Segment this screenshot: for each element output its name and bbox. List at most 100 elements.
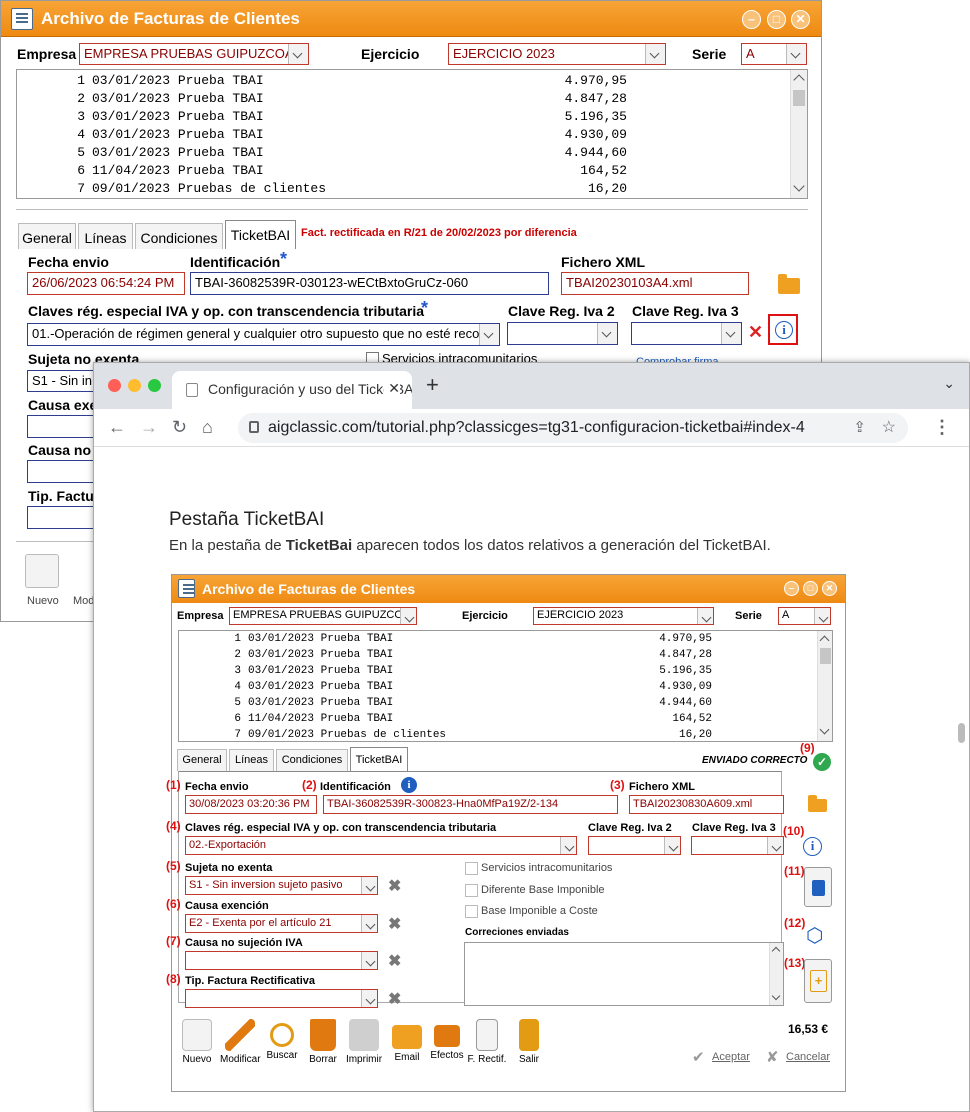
tip-select[interactable] bbox=[185, 989, 378, 1008]
table-row[interactable]: 1 03/01/2023 Prueba TBAI 4.970,95 bbox=[179, 633, 832, 649]
table-row[interactable]: 6 11/04/2023 Prueba TBAI 164,52 bbox=[179, 713, 832, 729]
table-row[interactable]: 2 03/01/2023 Prueba TBAI 4.847,28 bbox=[17, 91, 807, 109]
back-icon[interactable]: ← bbox=[108, 417, 126, 438]
tab-condiciones[interactable]: Condiciones bbox=[135, 223, 223, 249]
clear-x-icon[interactable]: ✖ bbox=[388, 914, 401, 934]
clear-x-icon[interactable]: ✖ bbox=[388, 989, 401, 1009]
clear-x-icon[interactable]: ✖ bbox=[388, 876, 401, 896]
fichero-field[interactable]: TBAI20230830A609.xml bbox=[629, 795, 784, 814]
table-row[interactable]: 3 03/01/2023 Prueba TBAI 5.196,35 bbox=[17, 109, 807, 127]
close-icon[interactable]: ✕ bbox=[791, 10, 810, 29]
forward-icon[interactable]: → bbox=[140, 417, 158, 438]
tab-general[interactable]: General bbox=[177, 749, 227, 771]
table-row[interactable]: 7 09/01/2023 Pruebas de clientes 16,20 bbox=[179, 729, 832, 741]
base-coste-checkbox[interactable] bbox=[465, 905, 478, 918]
page-scrollbar[interactable] bbox=[958, 723, 965, 743]
list-scrollbar[interactable] bbox=[817, 631, 832, 741]
buscar-button[interactable]: Buscar bbox=[264, 1019, 300, 1061]
folder-icon[interactable] bbox=[808, 795, 827, 812]
fecha-envio-field[interactable]: 26/06/2023 06:54:24 PM bbox=[27, 272, 185, 295]
tab-list-icon[interactable]: ⌄ bbox=[943, 375, 955, 392]
cube-download-icon[interactable]: ⬡ bbox=[806, 923, 823, 948]
info-icon[interactable]: i bbox=[775, 321, 793, 339]
maximize-icon[interactable]: □ bbox=[767, 10, 786, 29]
info-icon[interactable]: i bbox=[401, 777, 417, 793]
table-row[interactable]: 7 09/01/2023 Pruebas de clientes 16,20 bbox=[17, 181, 807, 198]
home-icon[interactable]: ⌂ bbox=[202, 417, 213, 438]
table-row[interactable]: 5 03/01/2023 Prueba TBAI 4.944,60 bbox=[17, 145, 807, 163]
efectos-button[interactable]: Efectos bbox=[428, 1019, 466, 1061]
serie-select[interactable]: A bbox=[778, 607, 831, 625]
correcciones-textarea[interactable] bbox=[464, 942, 784, 1006]
textarea-scrollbar[interactable] bbox=[769, 943, 783, 1005]
clear-x-icon[interactable]: ✖ bbox=[388, 951, 401, 971]
close-dot-icon[interactable] bbox=[108, 379, 121, 392]
servicios-checkbox[interactable] bbox=[465, 862, 478, 875]
address-bar[interactable]: aigclassic.com/tutorial.php?classicges=t… bbox=[238, 413, 908, 443]
ejercicio-select[interactable]: EJERCICIO 2023 bbox=[533, 607, 714, 625]
nuevo-label[interactable]: Nuevo bbox=[27, 595, 59, 607]
clave2-select[interactable] bbox=[507, 322, 618, 345]
table-row[interactable]: 6 11/04/2023 Prueba TBAI 164,52 bbox=[17, 163, 807, 181]
identificacion-field[interactable]: TBAI-36082539R-300823-Hna0MfPa19Z/2-134 bbox=[323, 795, 618, 814]
tab-lineas[interactable]: Líneas bbox=[78, 223, 133, 249]
empresa-select[interactable]: EMPRESA PRUEBAS GUIPUZCOA bbox=[229, 607, 417, 625]
table-row[interactable]: 4 03/01/2023 Prueba TBAI 4.930,09 bbox=[17, 127, 807, 145]
sujeta-select[interactable]: S1 - Sin inversion sujeto pasivo bbox=[185, 876, 378, 895]
maximize-icon[interactable]: □ bbox=[803, 581, 818, 596]
email-button[interactable]: Email bbox=[390, 1019, 424, 1063]
reload-icon[interactable]: ↻ bbox=[172, 417, 187, 438]
nuevo-icon[interactable] bbox=[25, 554, 59, 588]
identificacion-field[interactable]: TBAI-36082539R-030123-wECtBxtoGruCz-060 bbox=[190, 272, 549, 295]
causa-no-select[interactable] bbox=[185, 951, 378, 970]
nuevo-button[interactable]: Nuevo bbox=[180, 1019, 214, 1065]
tab-ticketbai[interactable]: TicketBAI bbox=[225, 220, 296, 249]
title-bar[interactable]: Archivo de Facturas de Clientes – □ ✕ bbox=[172, 575, 845, 603]
clave3-select[interactable] bbox=[631, 322, 742, 345]
share-icon[interactable]: ⇪ bbox=[853, 418, 866, 436]
table-row[interactable]: 4 03/01/2023 Prueba TBAI 4.930,09 bbox=[179, 681, 832, 697]
diferente-base-checkbox[interactable] bbox=[465, 884, 478, 897]
invoice-list[interactable]: 1 03/01/2023 Prueba TBAI 4.970,95 2 03/01/2… bbox=[16, 69, 808, 199]
clave2-select[interactable] bbox=[588, 836, 681, 855]
title-bar[interactable]: Archivo de Facturas de Clientes – □ ✕ bbox=[1, 1, 821, 37]
book-side-button[interactable] bbox=[804, 867, 832, 907]
new-tab-icon[interactable]: + bbox=[426, 372, 439, 398]
info-icon[interactable]: i bbox=[803, 837, 822, 856]
claves-select[interactable]: 02.-Exportación bbox=[185, 836, 577, 855]
borrar-button[interactable]: Borrar bbox=[306, 1019, 340, 1065]
fichero-field[interactable]: TBAI20230103A4.xml bbox=[561, 272, 749, 295]
serie-select[interactable]: A bbox=[741, 43, 807, 65]
minimize-icon[interactable]: – bbox=[784, 581, 799, 596]
empresa-select[interactable]: EMPRESA PRUEBAS GUIPUZCOA bbox=[79, 43, 309, 65]
tab-close-icon[interactable]: ✕ bbox=[384, 380, 400, 397]
modificar-button[interactable]: Modificar bbox=[220, 1019, 261, 1065]
causa-exencion-select[interactable]: E2 - Exenta por el artículo 21 bbox=[185, 914, 378, 933]
folder-icon[interactable] bbox=[778, 274, 800, 294]
browser-tab[interactable]: Configuración y uso del TicketBAI ✕ bbox=[172, 371, 412, 409]
zoom-dot-icon[interactable] bbox=[148, 379, 161, 392]
bookmark-star-icon[interactable]: ☆ bbox=[882, 417, 896, 437]
close-icon[interactable]: ✕ bbox=[822, 581, 837, 596]
minimize-icon[interactable]: – bbox=[742, 10, 761, 29]
table-row[interactable]: 5 03/01/2023 Prueba TBAI 4.944,60 bbox=[179, 697, 832, 713]
minimize-dot-icon[interactable] bbox=[128, 379, 141, 392]
f-rectif-button[interactable]: F. Rectif. bbox=[466, 1019, 508, 1065]
clave3-select[interactable] bbox=[691, 836, 784, 855]
tab-ticketbai[interactable]: TicketBAI bbox=[350, 747, 408, 771]
tab-lineas[interactable]: Líneas bbox=[229, 749, 274, 771]
table-row[interactable]: 2 03/01/2023 Prueba TBAI 4.847,28 bbox=[179, 649, 832, 665]
add-document-button[interactable]: + bbox=[804, 959, 832, 1003]
tab-general[interactable]: General bbox=[18, 223, 76, 249]
invoice-list[interactable]: 1 03/01/2023 Prueba TBAI 4.970,95 2 03/01/2… bbox=[178, 630, 833, 742]
aceptar-button[interactable]: Aceptar bbox=[712, 1051, 750, 1063]
tab-condiciones[interactable]: Condiciones bbox=[276, 749, 348, 771]
table-row[interactable]: 3 03/01/2023 Prueba TBAI 5.196,35 bbox=[179, 665, 832, 681]
salir-button[interactable]: Salir bbox=[514, 1019, 544, 1065]
fecha-envio-field[interactable]: 30/08/2023 03:20:36 PM bbox=[185, 795, 317, 814]
menu-icon[interactable]: ⋮ bbox=[933, 417, 951, 438]
clear-x-icon[interactable]: ✕ bbox=[748, 322, 763, 343]
claves-select[interactable]: 01.-Operación de régimen general y cualq… bbox=[27, 323, 500, 346]
cancelar-button[interactable]: Cancelar bbox=[786, 1051, 830, 1063]
imprimir-button[interactable]: Imprimir bbox=[344, 1019, 384, 1065]
